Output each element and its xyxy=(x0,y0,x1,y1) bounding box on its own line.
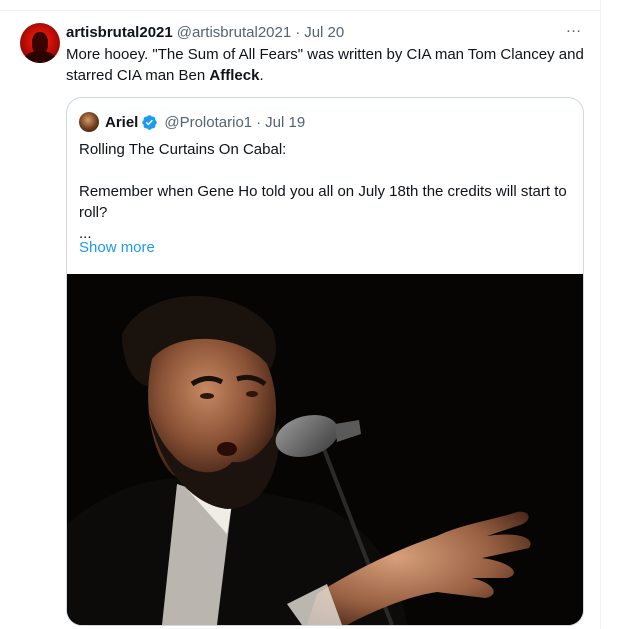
quoted-text-line: Rolling The Curtains On Cabal: xyxy=(79,141,287,158)
verified-badge-icon xyxy=(142,114,158,130)
bold-word: Affleck xyxy=(209,67,260,84)
timeline-border xyxy=(600,0,601,629)
quoted-tweet-date[interactable]: Jul 19 xyxy=(265,114,305,131)
quoted-tweet-card[interactable]: Ariel @Prolotario1 · Jul 19 Rolling The … xyxy=(66,97,584,626)
quoted-avatar[interactable] xyxy=(79,112,99,132)
quoted-tweet-header: Ariel @Prolotario1 · Jul 19 xyxy=(79,111,305,133)
display-name[interactable]: artisbrutal2021 xyxy=(66,24,173,41)
top-divider xyxy=(0,10,600,11)
avatar[interactable] xyxy=(20,23,60,63)
tweet-header: artisbrutal2021 @artisbrutal2021 · Jul 2… xyxy=(66,22,344,42)
tweet-date[interactable]: Jul 20 xyxy=(304,24,344,41)
more-options-icon[interactable]: … xyxy=(564,20,584,39)
media-photo[interactable] xyxy=(67,274,583,625)
show-more-link[interactable]: Show more xyxy=(79,239,155,256)
quoted-text-line: Remember when Gene Ho told you all on Ju… xyxy=(79,183,567,221)
tweet-text: More hooey. "The Sum of All Fears" was w… xyxy=(66,46,584,84)
separator-dot: · xyxy=(295,23,301,41)
quoted-user-handle[interactable]: @Prolotario1 xyxy=(164,114,252,131)
quoted-separator-dot: · xyxy=(256,113,262,131)
quoted-tweet-text: Rolling The Curtains On Cabal: Remember … xyxy=(79,139,569,244)
singer-illustration xyxy=(67,274,583,625)
quoted-display-name[interactable]: Ariel xyxy=(105,114,138,131)
user-handle[interactable]: @artisbrutal2021 xyxy=(177,24,291,41)
